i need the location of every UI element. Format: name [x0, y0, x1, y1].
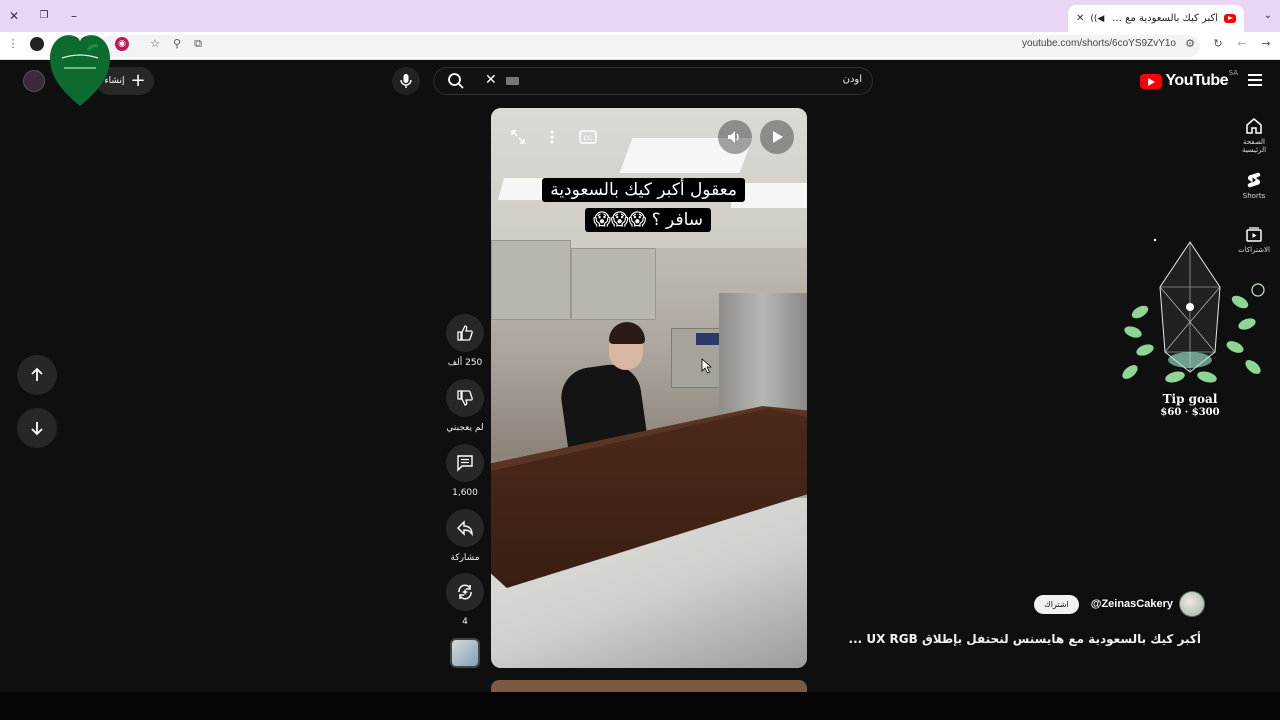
youtube-favicon-icon — [1224, 14, 1236, 23]
channel-handle[interactable]: @ZeinasCakery — [1091, 598, 1173, 610]
extension-icon[interactable]: ◉ — [115, 37, 129, 51]
search-button[interactable] — [433, 67, 479, 95]
microphone-icon — [400, 74, 412, 88]
video-title[interactable]: أكبر كيك بالسعودية مع هايسنس لنحتفل بإطل… — [849, 632, 1201, 646]
back-icon[interactable]: → — [1259, 37, 1273, 51]
audio-track-thumbnail[interactable] — [450, 638, 480, 668]
browser-tab[interactable]: أكبر كيك بالسعودية مع هايـ... ◀)) ✕ — [1068, 5, 1244, 32]
plus-icon: + — [130, 70, 146, 91]
search-query[interactable]: اودن — [843, 74, 862, 85]
sidebar-item-shorts[interactable]: Shorts — [1234, 171, 1274, 200]
like-count: 250 ألف — [447, 358, 483, 368]
remix-icon — [458, 584, 472, 600]
install-app-icon[interactable]: ⧉ — [191, 37, 205, 51]
bookmark-star-icon[interactable]: ☆ — [148, 37, 162, 51]
more-vert-icon — [550, 130, 554, 144]
next-short-preview[interactable] — [491, 680, 807, 692]
youtube-logo[interactable]: YouTube SA — [1140, 69, 1238, 90]
more-options-button[interactable] — [535, 120, 569, 154]
dislike-button[interactable] — [446, 379, 484, 417]
closed-captions-icon: CC — [579, 130, 597, 144]
like-action[interactable]: 250 ألف — [446, 314, 484, 368]
video-frame-person-hair — [609, 322, 645, 344]
share-icon — [457, 520, 473, 537]
expand-icon — [511, 130, 525, 144]
sidebar-item-label: Shorts — [1242, 192, 1266, 200]
arrow-down-icon — [31, 422, 43, 436]
share-button[interactable] — [446, 509, 484, 547]
taskbar-strip — [0, 692, 1280, 720]
window-close-icon[interactable]: ✕ — [6, 8, 22, 24]
search-icon — [448, 73, 464, 89]
thumbs-down-icon — [457, 390, 473, 406]
channel-info: @ZeinasCakery اشتراك — [1034, 591, 1205, 617]
short-video-player[interactable]: معقول أكبر كيك بالسعودية سافر ؟ 😱😱😱 CC — [491, 108, 807, 668]
share-action[interactable]: مشاركة — [446, 509, 484, 563]
youtube-logo-icon — [1140, 73, 1163, 89]
channel-avatar[interactable] — [1179, 591, 1205, 617]
thumbs-up-icon — [457, 325, 473, 341]
subscribe-button[interactable]: اشتراك — [1034, 594, 1079, 614]
dislike-label: لم يعجبني — [446, 423, 484, 433]
home-icon — [1246, 118, 1262, 134]
captions-button[interactable]: CC — [571, 120, 605, 154]
logo-text: YouTube — [1165, 72, 1228, 89]
tab-search-icon[interactable]: ⌄ — [1260, 8, 1276, 24]
like-button[interactable] — [446, 314, 484, 352]
site-settings-icon[interactable]: ⚙ — [1183, 37, 1197, 51]
tip-goal-title: Tip goal — [1162, 392, 1218, 406]
browser-tab-strip: ✕ ❐ – + أكبر كيك بالسعودية مع هايـ... ◀)… — [0, 0, 1280, 32]
shorts-icon — [1247, 172, 1261, 188]
play-button[interactable] — [760, 120, 794, 154]
comments-button[interactable] — [446, 444, 484, 482]
volume-button[interactable] — [718, 120, 752, 154]
reload-icon[interactable]: ↻ — [1211, 37, 1225, 51]
fullscreen-button[interactable] — [501, 120, 535, 154]
logo-country-code: SA — [1228, 69, 1238, 77]
voice-search-button[interactable] — [392, 67, 420, 95]
dislike-action[interactable]: لم يعجبني — [446, 379, 484, 433]
clear-search-icon[interactable]: ✕ — [485, 72, 497, 88]
comment-icon — [457, 455, 473, 472]
profile-icon[interactable] — [30, 37, 44, 51]
tab-close-icon[interactable]: ✕ — [1076, 13, 1084, 24]
next-short-button[interactable] — [17, 408, 57, 448]
svg-text:CC: CC — [584, 136, 593, 142]
zoom-icon[interactable]: ⚲ — [170, 37, 184, 51]
remix-count: 4 — [462, 617, 468, 627]
video-caption-line-1: معقول أكبر كيك بالسعودية — [542, 178, 745, 202]
arrow-up-icon — [31, 367, 43, 381]
previous-short-button[interactable] — [17, 355, 57, 395]
play-icon — [773, 131, 783, 143]
forward-icon[interactable]: ← — [1235, 37, 1249, 51]
audio-playing-icon[interactable]: ◀)) — [1090, 14, 1104, 24]
keyboard-icon[interactable] — [506, 77, 519, 85]
comments-action[interactable]: 1,600 — [446, 444, 484, 498]
tab-title: أكبر كيك بالسعودية مع هايـ... — [1110, 13, 1218, 24]
url-text[interactable]: youtube.com/shorts/6coYS9ZvY1o — [1022, 38, 1176, 49]
window-restore-icon[interactable]: ❐ — [36, 8, 52, 24]
remix-button[interactable] — [446, 573, 484, 611]
volume-icon — [728, 131, 739, 143]
remix-action[interactable]: 4 — [446, 573, 484, 627]
window-minimize-icon[interactable]: – — [66, 8, 82, 24]
account-avatar[interactable] — [23, 70, 45, 92]
sidebar-item-label: الصفحة الرئيسية — [1241, 138, 1267, 154]
search-input[interactable] — [433, 67, 873, 95]
share-label: مشاركة — [450, 553, 480, 563]
saudi-flag-heart-sticker — [50, 35, 110, 106]
browser-menu-icon[interactable]: ⋮ — [6, 37, 20, 51]
mouse-cursor-icon — [701, 358, 713, 374]
tip-goal-amount: $60 · $300 — [1160, 407, 1220, 418]
video-caption-line-2: سافر ؟ 😱😱😱 — [585, 208, 711, 232]
sidebar-item-home[interactable]: الصفحة الرئيسية — [1234, 117, 1274, 154]
hamburger-menu-icon[interactable] — [1248, 74, 1262, 86]
video-frame-cabinet — [571, 248, 656, 320]
video-frame-cabinet — [491, 240, 571, 320]
comments-count: 1,600 — [452, 488, 478, 498]
